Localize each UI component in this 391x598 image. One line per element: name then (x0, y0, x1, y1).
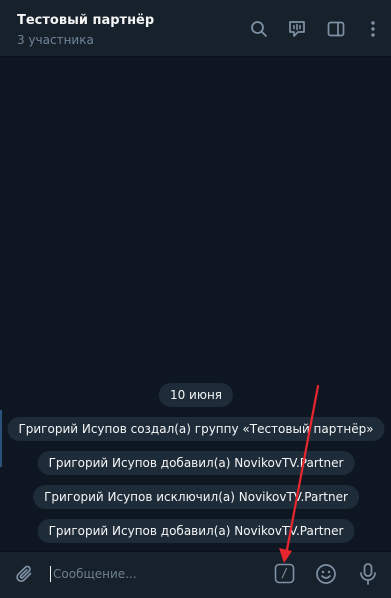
bot-commands-button[interactable]: / (274, 563, 295, 584)
bot-commands-label: / (280, 566, 289, 580)
text-cursor (50, 566, 51, 582)
attach-icon[interactable] (14, 563, 36, 585)
date-separator: 10 июня (158, 383, 234, 407)
chat-member-count[interactable]: 3 участника (17, 33, 94, 47)
unread-indicator (0, 410, 2, 467)
message-input[interactable] (53, 563, 258, 585)
service-message: Григорий Исупов добавил(а) NovikovTV.Par… (37, 451, 355, 475)
service-message: Григорий Исупов добавил(а) NovikovTV.Par… (37, 519, 355, 543)
service-message: Григорий Исупов создал(а) группу «Тестов… (7, 417, 385, 441)
search-icon[interactable] (249, 19, 269, 39)
video-chat-icon[interactable] (287, 19, 307, 39)
chat-title[interactable]: Тестовый партнёр (17, 13, 154, 28)
more-menu-icon[interactable] (363, 19, 383, 39)
service-message: Григорий Исупов исключил(а) NovikovTV.Pa… (33, 485, 359, 509)
microphone-icon[interactable] (357, 562, 379, 586)
chat-header: Тестовый партнёр 3 участника (0, 0, 391, 57)
sidebar-toggle-icon[interactable] (326, 19, 346, 39)
emoji-icon[interactable] (315, 563, 337, 585)
message-list[interactable] (0, 57, 391, 551)
